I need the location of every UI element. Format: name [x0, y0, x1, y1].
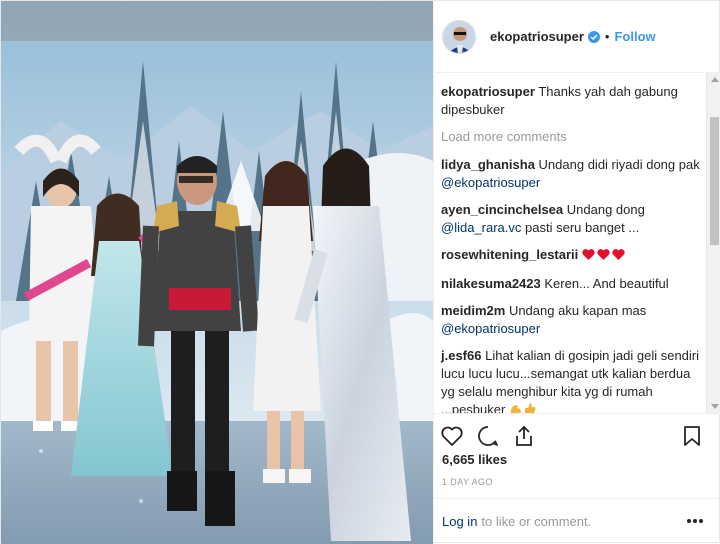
comments-list[interactable]: ekopatriosuper Thanks yah dah gabung dip… — [434, 73, 706, 413]
heart-emoji-icon — [582, 248, 626, 266]
action-bar — [434, 413, 720, 455]
comment-username[interactable]: meidim2m — [441, 303, 505, 318]
comment-text: Undang aku kapan mas — [508, 303, 647, 318]
comment-username[interactable]: lidya_ghanisha — [441, 157, 535, 172]
follow-button[interactable]: Follow — [614, 29, 655, 44]
load-more-comments-button[interactable]: Load more comments — [441, 129, 700, 144]
post-timestamp[interactable]: 1 DAY AGO — [442, 477, 493, 487]
comment-username[interactable]: j.esf66 — [441, 348, 481, 363]
comment-text: Undang dong — [566, 202, 645, 217]
post-photo[interactable] — [1, 1, 433, 544]
list-item: j.esf66 Lihat kalian di gosipin jadi gel… — [441, 347, 700, 413]
post-side-panel: ekopatriosuper • Follow ekopatriosuper T… — [433, 1, 720, 544]
instagram-post: ekopatriosuper • Follow ekopatriosuper T… — [0, 0, 720, 544]
flexed-biceps-emoji-icon — [509, 402, 523, 413]
list-item: rosewhitening_lestarii — [441, 246, 700, 266]
comment-text-after: pasti seru banget ... — [525, 220, 640, 235]
scroll-up-icon[interactable] — [711, 77, 719, 82]
post-header: ekopatriosuper • Follow — [434, 1, 720, 73]
heart-icon[interactable] — [440, 424, 464, 448]
comment-mention[interactable]: @lida_rara.vc — [441, 220, 521, 235]
login-link[interactable]: Log in — [442, 514, 477, 529]
post-footer: Log in to like or comment. — [434, 498, 720, 544]
list-item: lidya_ghanisha Undang didi riyadi dong p… — [441, 156, 700, 192]
share-icon[interactable] — [512, 424, 536, 448]
verified-badge-icon — [587, 30, 600, 43]
caption-username[interactable]: ekopatriosuper — [441, 84, 535, 99]
bookmark-icon[interactable] — [680, 424, 704, 448]
more-options-icon[interactable] — [686, 518, 704, 524]
avatar[interactable] — [442, 19, 476, 54]
list-item: nilakesuma2423 Keren... And beautiful — [441, 275, 700, 293]
comment-mention[interactable]: @ekopatriosuper — [441, 321, 540, 336]
caption: ekopatriosuper Thanks yah dah gabung dip… — [441, 83, 700, 119]
comment-bubble-icon[interactable] — [476, 424, 500, 448]
header-username[interactable]: ekopatriosuper — [490, 29, 584, 44]
thumbs-up-emoji-icon — [523, 402, 537, 413]
comment-username[interactable]: rosewhitening_lestarii — [441, 247, 578, 262]
list-item: ayen_cincinchelsea Undang dong @lida_rar… — [441, 201, 700, 237]
comment-username[interactable]: nilakesuma2423 — [441, 276, 541, 291]
comments-scrollbar[interactable] — [706, 73, 720, 413]
comment-mention[interactable]: @ekopatriosuper — [441, 175, 540, 190]
scrollbar-thumb[interactable] — [710, 117, 719, 245]
likes-count[interactable]: 6,665 likes — [442, 452, 507, 467]
header-separator: • — [604, 29, 610, 44]
comment-text: Keren... And beautiful — [544, 276, 669, 291]
comment-text: Undang didi riyadi dong pak — [538, 157, 700, 172]
comment-username[interactable]: ayen_cincinchelsea — [441, 202, 563, 217]
login-prompt-text: to like or comment. — [481, 514, 592, 529]
list-item: meidim2m Undang aku kapan mas @ekopatrio… — [441, 302, 700, 338]
scroll-down-icon[interactable] — [711, 404, 719, 409]
